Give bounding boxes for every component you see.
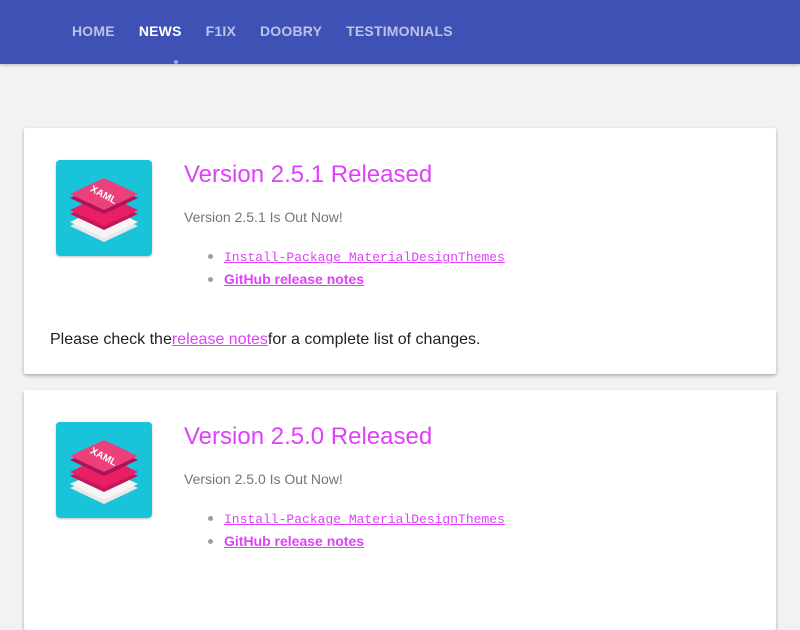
nav-news-label: NEWS — [138, 23, 182, 39]
main-nav: HOME NEWS F1IX DOOBRY TESTIMONIALS — [60, 0, 465, 64]
news-card: XAML Version 2.5.0 Released Version 2.5.… — [24, 390, 776, 630]
stacked-layers-icon: XAML — [70, 440, 138, 504]
github-release-notes-link[interactable]: GitHub release notes — [224, 533, 364, 549]
xaml-logo-icon: XAML — [56, 160, 152, 256]
body-suffix: for a complete list of changes. — [267, 331, 481, 348]
post-body: Please check therelease notesfor a compl… — [50, 330, 480, 350]
list-item: GitHub release notes — [208, 530, 505, 553]
post-links: Install-Package MaterialDesignThemes Git… — [208, 507, 505, 553]
app-bar: HOME NEWS F1IX DOOBRY TESTIMONIALS — [0, 0, 800, 64]
nav-f1ix[interactable]: F1IX — [194, 0, 248, 64]
list-item: GitHub release notes — [208, 268, 505, 291]
list-item: Install-Package MaterialDesignThemes — [208, 245, 505, 268]
nav-doobry[interactable]: DOOBRY — [248, 0, 334, 64]
release-notes-link[interactable]: release notes — [172, 331, 268, 348]
nav-home[interactable]: HOME — [60, 0, 127, 64]
post-title: Version 2.5.0 Released — [184, 423, 433, 450]
stacked-layers-icon: XAML — [70, 178, 138, 242]
post-links: Install-Package MaterialDesignThemes Git… — [208, 245, 505, 291]
nav-news[interactable]: NEWS — [127, 0, 194, 64]
post-title: Version 2.5.1 Released — [184, 161, 433, 188]
news-card: XAML Version 2.5.1 Released Version 2.5.… — [24, 128, 776, 374]
github-release-notes-link[interactable]: GitHub release notes — [224, 271, 364, 287]
post-subtitle: Version 2.5.0 Is Out Now! — [184, 471, 343, 487]
post-subtitle: Version 2.5.1 Is Out Now! — [184, 209, 343, 225]
install-package-link[interactable]: Install-Package MaterialDesignThemes — [224, 512, 505, 527]
body-prefix: Please check the — [50, 331, 172, 348]
active-indicator — [174, 60, 179, 64]
install-package-link[interactable]: Install-Package MaterialDesignThemes — [224, 250, 505, 265]
xaml-logo-icon: XAML — [56, 422, 152, 518]
list-item: Install-Package MaterialDesignThemes — [208, 507, 505, 530]
nav-testimonials[interactable]: TESTIMONIALS — [334, 0, 465, 64]
